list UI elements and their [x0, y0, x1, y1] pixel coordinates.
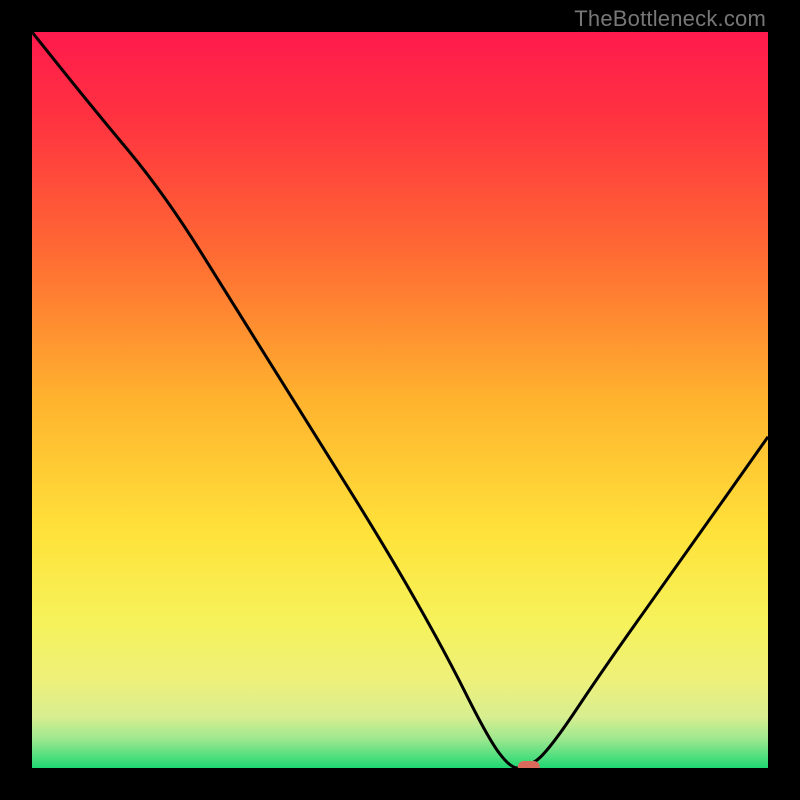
chart-plot-area	[32, 32, 768, 768]
gradient-background	[32, 32, 768, 768]
watermark-text: TheBottleneck.com	[574, 6, 766, 32]
bottleneck-curve-chart	[32, 32, 768, 768]
optimal-point-marker	[518, 761, 540, 768]
